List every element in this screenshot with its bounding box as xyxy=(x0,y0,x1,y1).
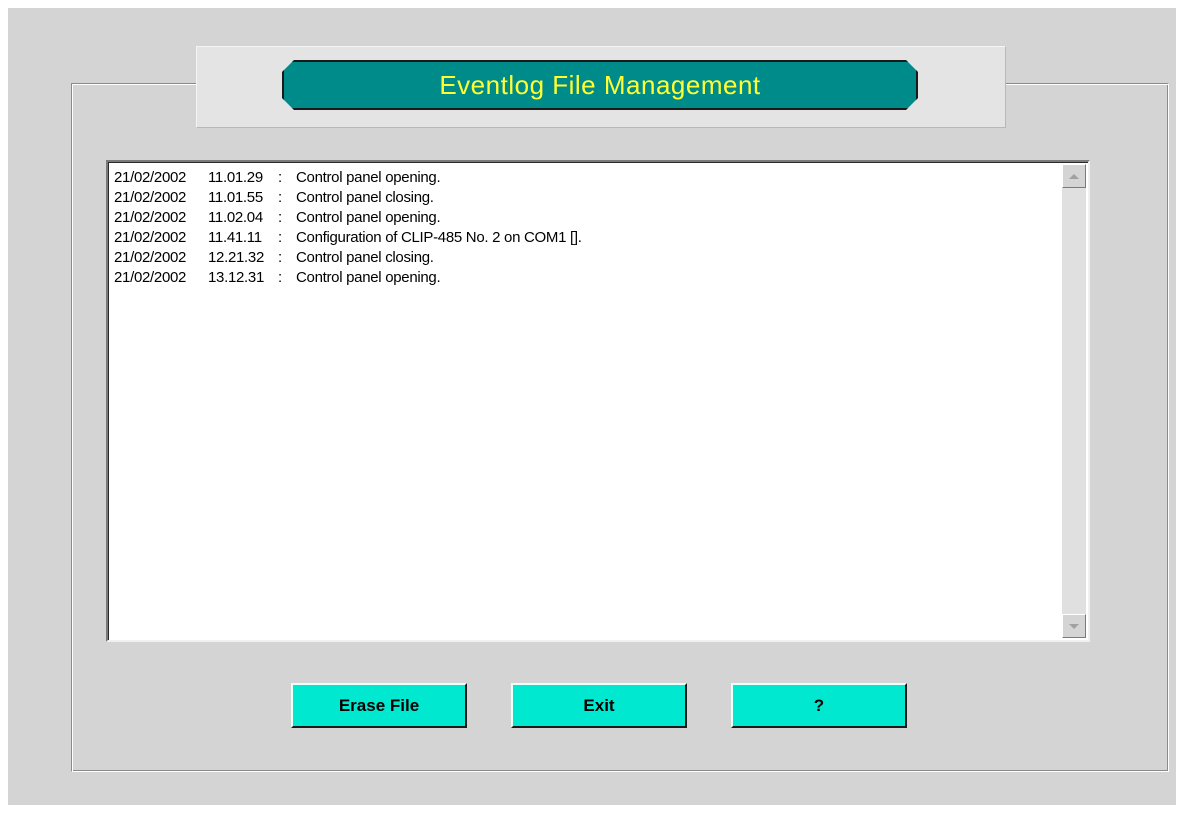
log-entry-date: 21/02/2002 xyxy=(114,169,187,186)
log-entry-time: 11.01.29 xyxy=(208,169,263,186)
erase-file-button[interactable]: Erase File xyxy=(291,683,467,728)
vertical-scrollbar[interactable] xyxy=(1062,164,1086,638)
log-entry-separator: : xyxy=(278,249,282,266)
title-plate: Eventlog File Management xyxy=(282,60,918,110)
exit-button[interactable]: Exit xyxy=(511,683,687,728)
log-entry[interactable]: 21/02/2002 11.41.11: Configuration of CLIP… xyxy=(114,228,1058,248)
log-entry-message: Control panel opening. xyxy=(296,209,441,226)
log-entry-date: 21/02/2002 xyxy=(114,249,187,266)
log-entry[interactable]: 21/02/2002 11.02.04: Control panel opening… xyxy=(114,208,1058,228)
scroll-up-button[interactable] xyxy=(1062,164,1086,188)
log-entry-separator: : xyxy=(278,229,282,246)
arrow-up-icon xyxy=(1069,173,1079,179)
log-entry[interactable]: 21/02/2002 11.01.55: Control panel closing… xyxy=(114,188,1058,208)
arrow-down-icon xyxy=(1069,623,1079,629)
log-entry-time: 11.01.55 xyxy=(208,189,263,206)
log-entry[interactable]: 21/02/2002 11.01.29: Control panel opening… xyxy=(114,168,1058,188)
log-entry-date: 21/02/2002 xyxy=(114,189,187,206)
eventlog-window: Eventlog File Management 21/02/2002 11.01… xyxy=(8,8,1176,805)
log-entry-date: 21/02/2002 xyxy=(114,209,187,226)
log-entry-time: 13.12.31 xyxy=(208,269,264,286)
log-entry-message: Control panel opening. xyxy=(296,269,441,286)
log-entry-separator: : xyxy=(278,269,282,286)
log-entry-separator: : xyxy=(278,189,282,206)
log-lines: 21/02/2002 11.01.29: Control panel opening… xyxy=(114,168,1058,636)
page-title: Eventlog File Management xyxy=(439,69,761,100)
log-entry-message: Configuration of CLIP-485 No. 2 on COM1 … xyxy=(296,229,582,246)
log-entry-separator: : xyxy=(278,169,282,186)
log-entry-message: Control panel closing. xyxy=(296,189,434,206)
log-entry-separator: : xyxy=(278,209,282,226)
event-log-list[interactable]: 21/02/2002 11.01.29: Control panel opening… xyxy=(106,160,1090,642)
log-entry-date: 21/02/2002 xyxy=(114,229,187,246)
log-entry-time: 11.02.04 xyxy=(208,209,263,226)
log-entry[interactable]: 21/02/2002 12.21.32: Control panel closing… xyxy=(114,248,1058,268)
scroll-down-button[interactable] xyxy=(1062,614,1086,638)
log-entry-message: Control panel opening. xyxy=(296,169,441,186)
log-entry[interactable]: 21/02/2002 13.12.31: Control panel opening… xyxy=(114,268,1058,288)
log-entry-message: Control panel closing. xyxy=(296,249,434,266)
help-button[interactable]: ? xyxy=(731,683,907,728)
log-entry-date: 21/02/2002 xyxy=(114,269,187,286)
log-entry-time: 12.21.32 xyxy=(208,249,264,266)
log-entry-time: 11.41.11 xyxy=(208,229,262,246)
